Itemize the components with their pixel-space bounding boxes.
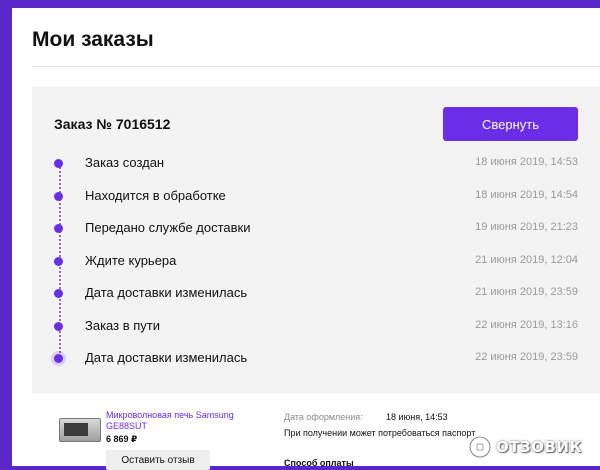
collapse-button[interactable]: Свернуть [443,107,578,141]
timeline-dot-current [54,354,63,363]
microwave-product-image[interactable] [59,418,101,442]
order-card: Заказ № 7016512 Свернуть Заказ создан 18… [32,86,600,470]
timeline-item: Передано службе доставки 19 июня 2019, 2… [32,214,600,247]
timeline-item: Заказ создан 18 июня 2019, 14:53 [32,149,600,182]
timeline-status: Находится в обработке [85,187,226,203]
product-price: 6 869 ₽ [106,434,138,444]
timeline-dot [54,321,63,331]
timeline-status: Дата доставки изменилась [85,350,248,365]
title-divider [32,66,600,67]
order-timeline: Заказ создан 18 июня 2019, 14:53 Находит… [32,149,600,377]
timeline-status: Дата доставки изменилась [85,285,248,300]
timeline-dot [54,191,63,201]
timeline-date: 19 июня 2019, 21:23 [475,221,578,233]
product-name-link[interactable]: Микроволновая печь Samsung GE88SUT [106,410,246,432]
timeline-date: 22 июня 2019, 23:59 [475,351,578,363]
orders-page: Мои заказы Заказ № 7016512 Свернуть Зака… [12,8,600,470]
otzovik-watermark: ОТЗОВИК [468,432,596,462]
timeline-date: 22 июня 2019, 13:16 [475,318,578,331]
watermark-text: ОТЗОВИК [496,438,583,456]
timeline-date: 18 июня 2019, 14:53 [475,156,578,168]
otzovik-logo-icon [468,435,492,459]
timeline-date: 18 июня 2019, 14:54 [475,188,578,201]
timeline-date: 21 июня 2019, 12:04 [475,253,578,266]
order-date-label: Дата оформления: [284,412,363,422]
order-date-value: 18 июня, 14:53 [386,412,448,422]
timeline-status: Заказ в пути [85,317,160,333]
timeline-item: Дата доставки изменилась 22 июня 2019, 2… [32,344,600,377]
leave-review-button[interactable]: Оставить отзыв [106,450,210,470]
timeline-dot [54,289,63,298]
timeline-item: Дата доставки изменилась 21 июня 2019, 2… [32,279,600,312]
page-title: Мои заказы [32,28,154,51]
timeline-dot [54,224,63,233]
timeline-date: 21 июня 2019, 23:59 [475,286,578,298]
timeline-item: Находится в обработке 18 июня 2019, 14:5… [32,182,600,215]
order-number: Заказ № 7016512 [54,116,171,132]
timeline-dot [54,256,63,266]
timeline-status: Заказ создан [85,155,165,170]
timeline-item: Ждите курьера 21 июня 2019, 12:04 [32,247,600,280]
timeline-status: Ждите курьера [85,252,177,268]
timeline-item: Заказ в пути 22 июня 2019, 13:16 [32,312,600,345]
passport-note: При получении может потребоваться паспор… [284,428,476,438]
timeline-status: Передано службе доставки [85,220,251,235]
payment-method-label: Способ оплаты [284,458,354,468]
timeline-dot [54,159,63,168]
